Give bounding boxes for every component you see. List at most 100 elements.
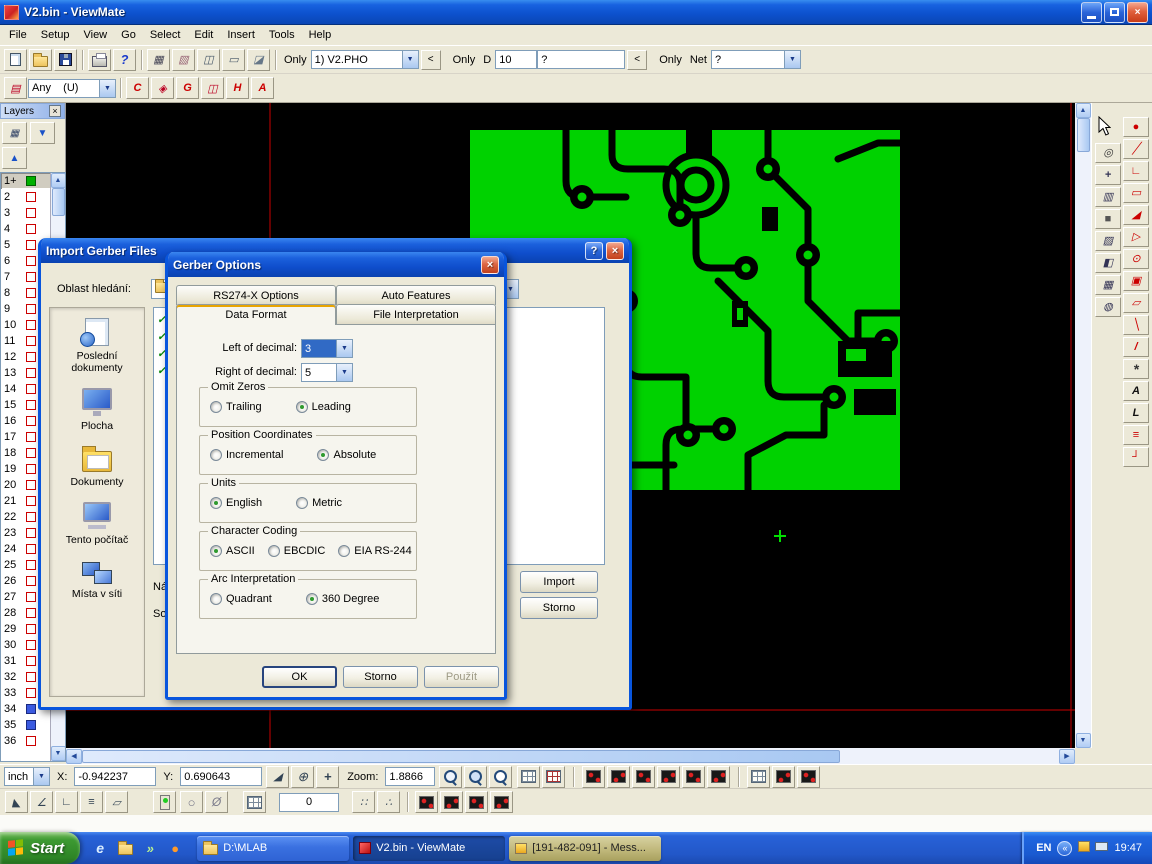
taskbar-task-button[interactable]: D:\MLAB bbox=[197, 836, 349, 861]
clear-highlight-icon[interactable]: Ø bbox=[205, 791, 228, 813]
radio-icon[interactable] bbox=[210, 497, 222, 509]
taskbar-task-button[interactable]: V2.bin - ViewMate bbox=[353, 836, 505, 861]
dot-grid-icon[interactable]: ∷ bbox=[352, 791, 375, 813]
tab[interactable]: Data Format bbox=[176, 304, 336, 325]
radio-icon[interactable] bbox=[210, 449, 222, 461]
dropdown-arrow-icon[interactable]: ▼ bbox=[99, 80, 115, 97]
film-compare-icon[interactable]: ◫ bbox=[197, 49, 220, 71]
minimize-button[interactable] bbox=[1081, 2, 1102, 23]
layer-visibility-swatch[interactable] bbox=[26, 720, 36, 730]
film-pattern-icon[interactable] bbox=[490, 791, 513, 813]
zoom-out-icon[interactable] bbox=[489, 766, 512, 788]
layer-visibility-swatch[interactable] bbox=[26, 688, 36, 698]
measure-stack-icon[interactable]: ≡ bbox=[80, 791, 103, 813]
dropdown-arrow-icon[interactable]: ▼ bbox=[336, 364, 352, 381]
scroll-left-icon[interactable]: ◀ bbox=[66, 749, 82, 764]
menu-item[interactable]: Insert bbox=[220, 27, 262, 43]
dcode-filter-field[interactable]: ? bbox=[537, 50, 625, 69]
dcode-table-icon[interactable]: ▦ bbox=[147, 49, 170, 71]
measure-edge-icon[interactable]: ∟ bbox=[55, 791, 78, 813]
scroll-right-icon[interactable]: ▶ bbox=[1059, 749, 1075, 764]
snap-grid-icon[interactable]: ∴ bbox=[377, 791, 400, 813]
gerber-close-button[interactable]: × bbox=[481, 256, 499, 274]
highlight-net-icon[interactable]: ○ bbox=[180, 791, 203, 813]
mode-negative-icon[interactable] bbox=[707, 766, 730, 788]
messenger-tray-icon[interactable] bbox=[1078, 841, 1090, 855]
draw-outline-icon[interactable]: ▱ bbox=[1123, 293, 1149, 313]
layer-visibility-swatch[interactable] bbox=[26, 240, 36, 250]
aperture-list-icon[interactable]: ▤ bbox=[4, 77, 27, 99]
new-file-icon[interactable] bbox=[4, 49, 27, 71]
right-of-decimal-combo[interactable]: 5 ▼ bbox=[301, 363, 353, 382]
import-button[interactable]: Import bbox=[520, 571, 598, 593]
draw-triangle-icon[interactable]: ▷ bbox=[1123, 227, 1149, 247]
place-documents[interactable]: Dokumenty bbox=[51, 446, 143, 488]
radio-icon[interactable] bbox=[210, 401, 222, 413]
tab[interactable]: RS274-X Options bbox=[176, 285, 336, 305]
scrollbar-thumb[interactable] bbox=[1077, 118, 1090, 152]
horizontal-scrollbar[interactable]: ◀ ▶ bbox=[66, 748, 1075, 764]
dialog-help-button[interactable]: ? bbox=[585, 242, 603, 260]
net-pattern-icon[interactable] bbox=[797, 766, 820, 788]
vertical-scrollbar[interactable]: ▲ ▼ bbox=[1075, 103, 1091, 748]
radio-icon[interactable] bbox=[210, 593, 222, 605]
tab[interactable]: File Interpretation bbox=[336, 304, 496, 325]
pad-pair-icon[interactable]: ◫ bbox=[201, 77, 224, 99]
draw-corner-icon[interactable]: ∟ bbox=[1123, 161, 1149, 181]
layer-visibility-swatch[interactable] bbox=[26, 336, 36, 346]
l-text-tool-icon[interactable]: L bbox=[1123, 403, 1149, 423]
layer-visibility-swatch[interactable] bbox=[26, 480, 36, 490]
radio-option[interactable]: EBCDIC bbox=[268, 545, 326, 557]
dcode-type-combo[interactable]: Any (U) ▼ bbox=[28, 79, 116, 98]
cancel-button[interactable]: Storno bbox=[343, 666, 418, 688]
layer-select-combo[interactable]: 1) V2.PHO ▼ bbox=[311, 50, 419, 69]
layer-visibility-swatch[interactable] bbox=[26, 400, 36, 410]
measure-tool-icon[interactable]: ◢ bbox=[266, 766, 289, 788]
layer-visibility-swatch[interactable] bbox=[26, 512, 36, 522]
layer-visibility-swatch[interactable] bbox=[26, 288, 36, 298]
hide-tray-icons-button[interactable]: « bbox=[1057, 841, 1072, 856]
zoom-window-icon[interactable] bbox=[439, 766, 462, 788]
only-layer-toggle[interactable]: Only bbox=[284, 54, 307, 66]
layers-panel-titlebar[interactable]: Layers × bbox=[0, 103, 65, 119]
gerber-dialog-titlebar[interactable]: Gerber Options × bbox=[168, 252, 504, 277]
measure-skew-icon[interactable]: ▱ bbox=[105, 791, 128, 813]
language-indicator[interactable]: EN bbox=[1036, 842, 1051, 854]
dropdown-arrow-icon[interactable]: ▼ bbox=[784, 51, 800, 68]
radio-icon[interactable] bbox=[210, 545, 222, 557]
fill-tool-icon[interactable]: ■ bbox=[1095, 209, 1121, 229]
place-recent-documents[interactable]: Poslední dokumenty bbox=[51, 318, 143, 374]
radio-option[interactable]: ASCII bbox=[210, 545, 255, 557]
layer-visibility-swatch[interactable] bbox=[26, 640, 36, 650]
close-button[interactable]: × bbox=[1127, 2, 1148, 23]
pan-tool-icon[interactable]: + bbox=[1095, 165, 1121, 185]
radio-icon[interactable] bbox=[306, 593, 318, 605]
center-view-icon[interactable]: ⊕ bbox=[291, 766, 314, 788]
layer-visibility-swatch[interactable] bbox=[26, 384, 36, 394]
draw-pad-icon[interactable]: ▣ bbox=[1123, 271, 1149, 291]
layers-copy-icon[interactable]: ▥ bbox=[1095, 187, 1121, 207]
mirror-tool-icon[interactable]: ◧ bbox=[1095, 253, 1121, 273]
layer-visibility-swatch[interactable] bbox=[26, 320, 36, 330]
layer-visibility-swatch[interactable] bbox=[26, 608, 36, 618]
print-icon[interactable] bbox=[88, 49, 111, 71]
show-desktop-icon[interactable]: » bbox=[140, 838, 160, 858]
layer-up-button[interactable]: ▲ bbox=[2, 147, 27, 169]
dcode-prev-button[interactable]: < bbox=[627, 50, 647, 70]
layer-visibility-swatch[interactable] bbox=[26, 368, 36, 378]
film-pattern-icon[interactable] bbox=[415, 791, 438, 813]
firefox-icon[interactable]: ● bbox=[165, 838, 185, 858]
measure-corner-icon[interactable]: ◣ bbox=[5, 791, 28, 813]
hook-tool-icon[interactable]: ┘ bbox=[1123, 447, 1149, 467]
dropdown-arrow-icon[interactable]: ▼ bbox=[402, 51, 418, 68]
layer-visibility-swatch[interactable] bbox=[26, 592, 36, 602]
units-combo[interactable]: inch ▼ bbox=[4, 767, 50, 786]
start-button[interactable]: Start bbox=[0, 832, 80, 864]
close-layers-icon[interactable]: × bbox=[49, 105, 61, 117]
menu-item[interactable]: Select bbox=[143, 27, 188, 43]
layer-visibility-swatch[interactable] bbox=[26, 416, 36, 426]
grid-edit-button[interactable] bbox=[243, 791, 266, 813]
layer-visibility-swatch[interactable] bbox=[26, 256, 36, 266]
place-network[interactable]: Místa v síti bbox=[51, 560, 143, 600]
draw-line-icon[interactable]: ╱ bbox=[1123, 139, 1149, 159]
